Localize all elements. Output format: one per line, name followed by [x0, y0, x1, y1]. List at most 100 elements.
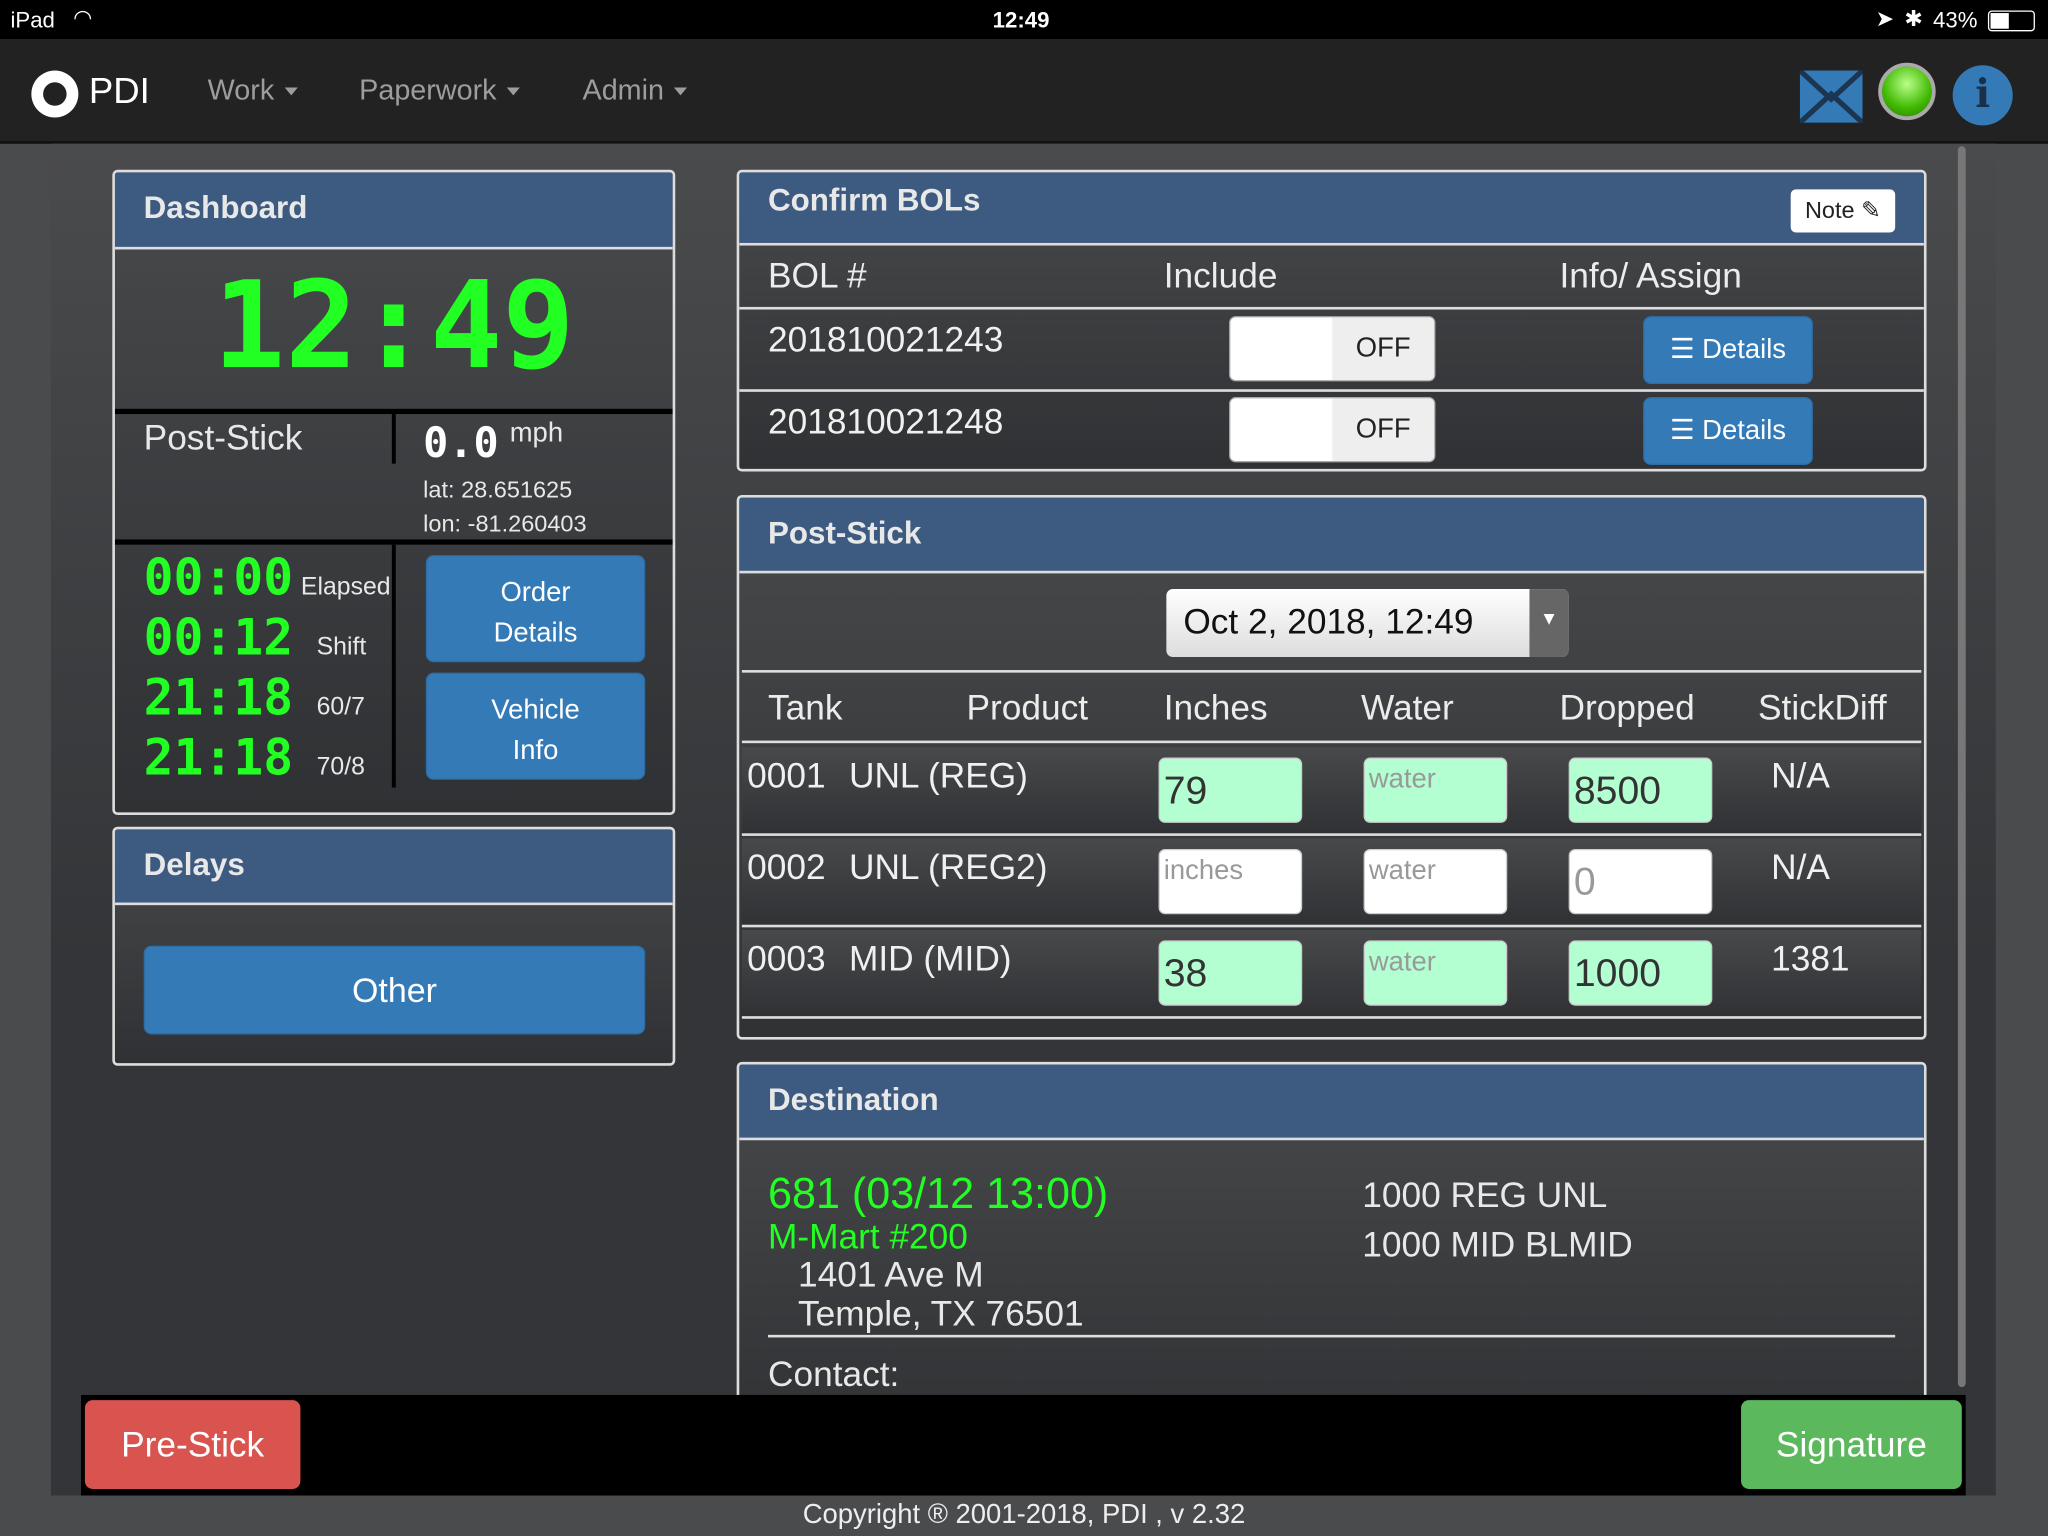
order-details-button[interactable]: Order Details — [425, 555, 646, 663]
water-input[interactable]: water — [1363, 848, 1508, 915]
speedometer: 0.0 mph — [423, 418, 563, 468]
note-button[interactable]: Note ✎ — [1790, 189, 1896, 233]
datetime-select[interactable]: Oct 2, 2018, 12:49 ▼ — [1166, 589, 1569, 657]
signature-button[interactable]: Signature — [1741, 1400, 1962, 1489]
menu-work[interactable]: Work — [208, 73, 298, 107]
menu-admin[interactable]: Admin — [583, 73, 688, 107]
status-light-icon[interactable] — [1878, 62, 1936, 121]
details-label: Details — [1702, 415, 1787, 446]
confirm-bols-panel: Confirm BOLs Note ✎ BOL # Include Info/ … — [736, 169, 1927, 472]
navbar: PDI Work Paperwork Admin i — [0, 39, 2048, 144]
button-label: Order — [500, 577, 571, 608]
water-input[interactable]: water — [1363, 940, 1508, 1006]
menu-paperwork[interactable]: Paperwork — [359, 73, 521, 107]
water-placeholder: water — [1368, 946, 1436, 977]
tank-row: 0001 UNL (REG) 79 water 8500 N/A — [741, 747, 1922, 835]
address-line1: 1401 Ave M — [798, 1255, 984, 1295]
menu-admin-label: Admin — [582, 73, 664, 106]
timer-value: 00:00 — [143, 548, 294, 607]
timer-70-8: 21:18 70/8 — [144, 729, 391, 789]
col-dropped: Dropped — [1559, 688, 1695, 728]
stick-diff: N/A — [1771, 756, 1830, 796]
details-button[interactable]: ☰ Details — [1643, 316, 1813, 384]
post-stick-panel: Post-Stick Oct 2, 2018, 12:49 ▼ Tank Pro… — [736, 495, 1927, 1040]
toggle-off-label: OFF — [1332, 317, 1435, 381]
stick-diff: N/A — [1771, 847, 1830, 887]
timer-label: 70/8 — [316, 753, 365, 782]
menu-work-label: Work — [207, 73, 275, 106]
dropped-input[interactable]: 1000 — [1568, 940, 1713, 1006]
details-button[interactable]: ☰ Details — [1643, 397, 1813, 465]
col-tank: Tank — [767, 688, 843, 728]
dashboard-title: Dashboard — [114, 172, 673, 250]
mail-icon[interactable] — [1799, 70, 1863, 123]
timer-value: 21:18 — [143, 668, 294, 727]
dropped-input[interactable]: 8500 — [1568, 757, 1713, 823]
info-icon[interactable]: i — [1952, 65, 2013, 126]
dropdown-arrow-icon: ▼ — [1529, 589, 1569, 657]
destination-title: Destination — [739, 1064, 1924, 1141]
latitude: lat: 28.651625 — [423, 476, 573, 503]
vehicle-info-button[interactable]: Vehicle Info — [425, 672, 646, 780]
col-bol: BOL # — [767, 255, 867, 296]
timer-shift: 00:12 Shift — [144, 609, 391, 669]
scrollbar[interactable] — [1957, 146, 1966, 1388]
bol-number: 201810021248 — [767, 402, 1004, 442]
col-include: Include — [1163, 255, 1278, 296]
product: UNL (REG2) — [848, 847, 1048, 887]
timer-60-7: 21:18 60/7 — [144, 669, 391, 729]
bol-row: 201810021248 OFF ☰ Details — [739, 392, 1924, 469]
site-name: M-Mart #200 — [767, 1217, 968, 1257]
inches-input[interactable]: 79 — [1158, 757, 1303, 823]
longitude: lon: -81.260403 — [423, 510, 587, 537]
include-toggle[interactable]: OFF — [1229, 397, 1436, 463]
dropped-input[interactable]: 0 — [1568, 848, 1713, 915]
details-label: Details — [1702, 334, 1787, 365]
pre-stick-button[interactable]: Pre-Stick — [84, 1400, 301, 1489]
product: MID (MID) — [848, 939, 1012, 979]
stick-diff: 1381 — [1771, 939, 1850, 979]
battery-percent: 43% — [1933, 7, 1978, 33]
inches-input[interactable]: inches — [1158, 848, 1303, 915]
pdi-logo-icon — [31, 70, 79, 118]
address-line2: Temple, TX 76501 — [798, 1294, 1084, 1334]
tank-id: 0002 — [747, 847, 826, 887]
include-toggle[interactable]: OFF — [1229, 316, 1436, 382]
tank-row: 0003 MID (MID) 38 water 1000 1381 — [741, 929, 1922, 1018]
timer-label: 60/7 — [316, 693, 365, 721]
bol-row: 201810021243 OFF ☰ Details — [739, 310, 1924, 391]
list-icon: ☰ — [1669, 415, 1695, 446]
pencil-icon: ✎ — [1861, 197, 1881, 224]
battery-icon — [1987, 10, 2035, 32]
water-input[interactable]: water — [1363, 757, 1508, 823]
confirm-bols-title: Confirm BOLs — [739, 172, 1924, 246]
other-delay-button[interactable]: Other — [143, 945, 646, 1035]
timer-value: 21:18 — [143, 728, 294, 787]
tank-id: 0003 — [747, 939, 826, 979]
note-label: Note — [1804, 197, 1855, 224]
ios-status-bar: iPad ◠ 12:49 ➤ ✱ 43% — [0, 0, 2048, 40]
speed-unit: mph — [509, 417, 564, 448]
brand[interactable]: PDI — [89, 71, 150, 113]
bluetooth-icon: ✱ — [1904, 6, 1923, 32]
dashboard-panel: Dashboard 12:49 Post-Stick 0.0 mph lat: … — [112, 169, 676, 816]
caret-down-icon — [506, 87, 521, 96]
timer-label: Elapsed — [300, 573, 391, 601]
col-water: Water — [1360, 688, 1454, 728]
col-inches: Inches — [1163, 688, 1268, 728]
product: UNL (REG) — [848, 756, 1028, 796]
timers: 00:00 Elapsed 00:12 Shift 21:18 60/7 21:18 7… — [144, 549, 391, 789]
toggle-off-label: OFF — [1332, 398, 1435, 462]
timer-value: 00:12 — [143, 608, 294, 667]
clock: 12:49 — [992, 7, 1050, 33]
speed-value: 0.0 — [423, 417, 499, 468]
inches-placeholder: inches — [1163, 855, 1244, 886]
product-order: 1000 REG UNL — [1362, 1175, 1608, 1215]
tank-id: 0001 — [747, 756, 826, 796]
caret-down-icon — [284, 87, 298, 96]
datetime-value: Oct 2, 2018, 12:49 — [1183, 602, 1474, 642]
inches-input[interactable]: 38 — [1158, 940, 1303, 1006]
col-info-assign: Info/ Assign — [1559, 255, 1742, 296]
col-stickdiff: StickDiff — [1758, 688, 1887, 728]
post-stick-title: Post-Stick — [739, 497, 1924, 574]
